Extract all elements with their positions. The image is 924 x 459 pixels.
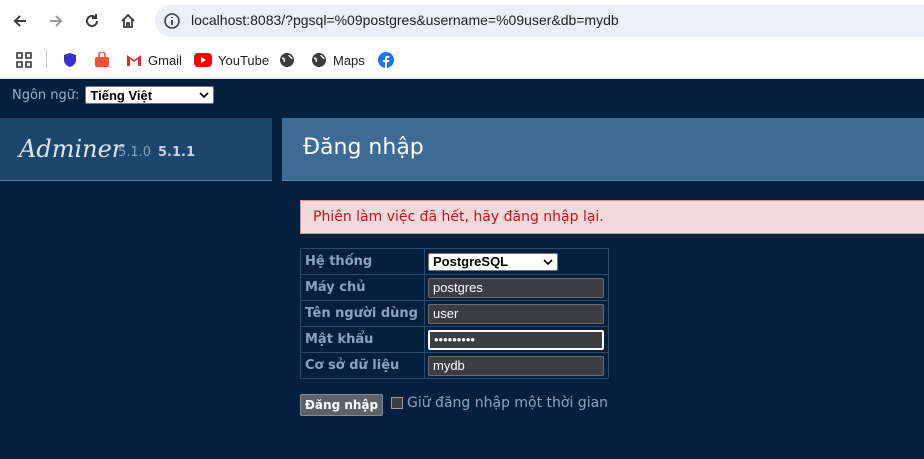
chevron-down-icon: [199, 92, 209, 98]
url-text[interactable]: localhost:8083/?pgsql=%09postgres&userna…: [191, 12, 619, 28]
language-label: Ngôn ngữ:: [12, 87, 80, 103]
database-input[interactable]: mydb: [428, 355, 604, 376]
form-row-system: Hệ thống PostgreSQL: [300, 248, 609, 275]
bookmark-label: YouTube: [218, 52, 270, 68]
chevron-down-icon: [543, 258, 553, 265]
database-label: Cơ sở dữ liệu: [300, 352, 425, 379]
remember-me[interactable]: Giữ đăng nhập một thời gian: [391, 395, 608, 411]
back-icon[interactable]: [7, 8, 33, 34]
bookmarks-bar: Gmail YouTube Maps: [0, 42, 924, 79]
form-row-database: Cơ sở dữ liệu mydb: [300, 352, 609, 379]
page-heading: Đăng nhập: [282, 118, 924, 181]
globe-icon: [312, 53, 326, 67]
site-info-icon[interactable]: [163, 12, 181, 34]
password-input[interactable]: •••••••••: [428, 329, 604, 350]
bookmark-gmail[interactable]: Gmail: [126, 50, 182, 70]
form-row-username: Tên người dùng user: [300, 300, 609, 327]
language-value: Tiếng Việt: [90, 87, 153, 103]
system-select[interactable]: PostgreSQL: [428, 252, 558, 271]
login-form: Hệ thống PostgreSQL Máy chủ postgres Tên…: [300, 248, 609, 379]
bookmark-maps[interactable]: Maps: [311, 50, 365, 70]
system-label: Hệ thống: [300, 248, 425, 275]
bookmark-youtube[interactable]: YouTube: [194, 50, 269, 70]
version-new[interactable]: 5.1.1: [158, 145, 195, 160]
reload-icon[interactable]: [79, 8, 105, 34]
form-row-server: Máy chủ postgres: [300, 274, 609, 301]
page-title: Đăng nhập: [303, 135, 424, 160]
error-text: Phiên làm việc đã hết, hãy đăng nhập lại…: [313, 209, 604, 225]
server-input[interactable]: postgres: [428, 277, 604, 298]
youtube-icon: [194, 53, 212, 67]
language-select[interactable]: Tiếng Việt: [85, 86, 215, 104]
home-icon[interactable]: [115, 8, 141, 34]
bookmark-facebook-icon[interactable]: [378, 50, 394, 70]
bookmark-shield-icon[interactable]: [62, 50, 78, 70]
bookmark-label: Gmail: [148, 52, 182, 68]
remember-checkbox[interactable]: [391, 397, 403, 409]
language-row: Ngôn ngữ: Tiếng Việt: [12, 86, 215, 104]
version-current: 5.1.0: [118, 145, 152, 160]
server-label: Máy chủ: [300, 274, 425, 301]
username-input[interactable]: user: [428, 303, 604, 324]
app-logo[interactable]: Adminer: [19, 135, 123, 163]
remember-label[interactable]: Giữ đăng nhập một thời gian: [407, 395, 608, 411]
form-row-password: Mật khẩu •••••••••: [300, 326, 609, 353]
error-message: Phiên làm việc đã hết, hãy đăng nhập lại…: [300, 200, 924, 234]
address-bar[interactable]: localhost:8083/?pgsql=%09postgres&userna…: [155, 5, 924, 37]
gmail-icon: [127, 55, 141, 66]
apps-icon[interactable]: [16, 50, 32, 70]
bookmark-shopping-bag-icon[interactable]: [94, 50, 110, 70]
browser-toolbar: localhost:8083/?pgsql=%09postgres&userna…: [0, 0, 924, 42]
username-label: Tên người dùng: [300, 300, 425, 327]
system-value: PostgreSQL: [433, 254, 509, 269]
forward-icon[interactable]: [43, 8, 69, 34]
login-button[interactable]: Đăng nhập: [300, 394, 383, 416]
bookmark-label: Maps: [333, 52, 365, 68]
bookmark-globe-icon[interactable]: [279, 50, 295, 70]
bookmarks-separator: [46, 50, 47, 68]
password-label: Mật khẩu: [300, 326, 425, 353]
